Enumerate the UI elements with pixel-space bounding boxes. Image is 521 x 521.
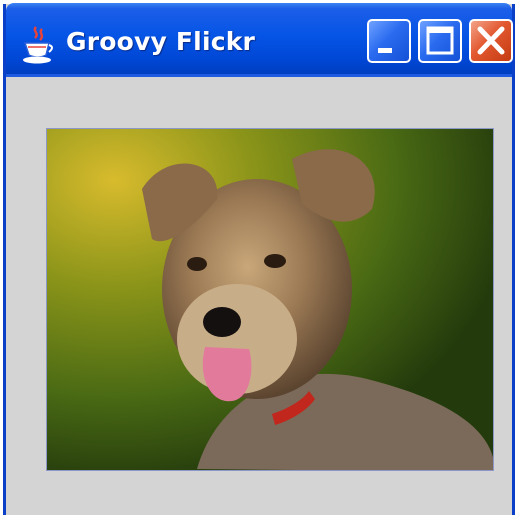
minimize-icon — [378, 48, 392, 53]
client-area — [6, 74, 512, 515]
app-window: Groovy Flickr — [3, 3, 515, 515]
java-coffee-cup-icon[interactable] — [20, 25, 56, 65]
window-title: Groovy Flickr — [66, 27, 256, 56]
maximize-icon — [426, 26, 454, 55]
maximize-button[interactable] — [418, 19, 462, 63]
title-bar[interactable]: Groovy Flickr — [6, 3, 513, 74]
close-icon — [477, 26, 505, 55]
minimize-button[interactable] — [367, 19, 411, 63]
dog-photo — [46, 128, 494, 471]
close-button[interactable] — [469, 19, 513, 63]
